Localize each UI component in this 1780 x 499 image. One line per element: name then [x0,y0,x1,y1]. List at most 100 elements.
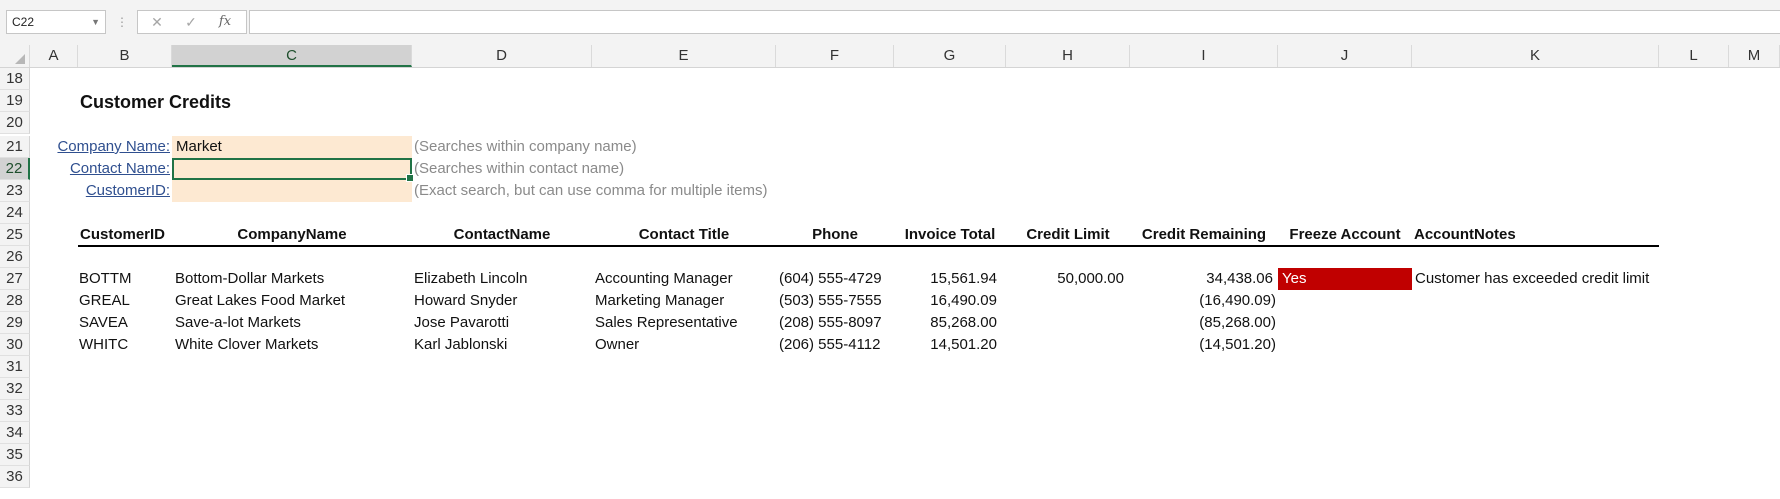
record-invoice-total: 16,490.09 [930,292,997,309]
record-customer-id: GREAL [79,292,130,309]
column-header-m[interactable]: M [1729,45,1780,67]
column-header-c[interactable]: C [172,45,412,67]
row-header-24[interactable]: 24 [0,202,30,224]
row-header-33[interactable]: 33 [0,400,30,422]
record-phone: (604) 555-4729 [779,270,882,287]
record-contact: Elizabeth Lincoln [414,270,528,287]
record-customer-id: WHITC [79,336,129,353]
row-header-29[interactable]: 29 [0,312,30,334]
select-all-button[interactable] [0,45,30,67]
row-header-30[interactable]: 30 [0,334,30,356]
record-title: Marketing Manager [595,292,725,309]
active-cell-selection[interactable] [172,158,414,182]
contact-name-label[interactable]: Contact Name: [30,158,170,180]
record-credit-remaining: (16,490.09) [1199,292,1276,309]
column-header-a[interactable]: A [30,45,78,67]
row-header-20[interactable]: 20 [0,112,30,134]
sheet-title: Customer Credits [80,92,232,112]
formula-input[interactable] [249,10,1780,34]
row-header-27[interactable]: 27 [0,268,30,290]
column-header-d[interactable]: D [412,45,592,67]
record-credit-limit [1006,290,1124,312]
column-header-i[interactable]: I [1130,45,1278,67]
row-header-28[interactable]: 28 [0,290,30,312]
enter-icon[interactable]: ✓ [176,11,206,33]
header-underline [78,245,1659,247]
record-title: Sales Representative [595,314,738,331]
chevron-down-icon[interactable]: ▼ [91,11,100,33]
row-header-35[interactable]: 35 [0,444,30,466]
insert-function-icon[interactable]: fx [210,11,240,33]
header-company-name: CompanyName [237,226,347,243]
company-name-label[interactable]: Company Name: [30,136,170,158]
customer-id-input[interactable] [172,180,412,202]
record-credit-limit: 50,000.00 [1057,270,1124,287]
company-name-hint: (Searches within company name) [414,138,637,155]
record-freeze-account: Yes [1278,268,1412,290]
column-header-j[interactable]: J [1278,45,1412,67]
record-company: Bottom-Dollar Markets [175,270,325,287]
header-invoice-total: Invoice Total [904,226,996,243]
column-header-k[interactable]: K [1412,45,1659,67]
record-invoice-total: 14,501.20 [930,336,997,353]
record-invoice-total: 85,268.00 [930,314,997,331]
header-contact-title: Contact Title [638,226,730,243]
record-customer-id: SAVEA [79,314,128,331]
cancel-icon[interactable]: ✕ [142,11,172,33]
column-header-l[interactable]: L [1659,45,1729,67]
record-credit-remaining: (85,268.00) [1199,314,1276,331]
record-phone: (208) 555-8097 [779,314,882,331]
row-header-18[interactable]: 18 [0,68,30,90]
column-header-f[interactable]: F [776,45,894,67]
contact-name-hint: (Searches within contact name) [414,160,625,177]
header-customer-id: CustomerID [80,226,166,243]
record-contact: Karl Jablonski [414,336,508,353]
record-invoice-total: 15,561.94 [930,270,997,287]
record-company: Great Lakes Food Market [175,292,346,309]
more-options-icon[interactable]: ⋮ [116,14,128,30]
record-credit-limit [1006,312,1124,334]
record-contact: Howard Snyder [414,292,518,309]
name-box[interactable]: C22 ▼ [6,10,106,34]
record-credit-remaining: 34,438.06 [1206,270,1273,287]
record-contact: Jose Pavarotti [414,314,510,331]
record-phone: (206) 555-4112 [779,336,881,353]
header-credit-limit: Credit Limit [1026,226,1110,243]
column-header: A B C D E F G H I J K L M [0,45,1780,68]
formula-buttons: ✕ ✓ fx [137,10,247,34]
record-title: Accounting Manager [595,270,733,287]
record-credit-limit [1006,334,1124,356]
header-contact-name: ContactName [453,226,551,243]
row-header-36[interactable]: 36 [0,466,30,488]
column-header-e[interactable]: E [592,45,776,67]
name-box-value: C22 [12,15,35,29]
row-header-31[interactable]: 31 [0,356,30,378]
record-credit-remaining: (14,501.20) [1199,336,1276,353]
row-header-23[interactable]: 23 [0,180,30,202]
column-header-b[interactable]: B [78,45,172,67]
column-header-g[interactable]: G [894,45,1006,67]
record-company: White Clover Markets [175,336,319,353]
row-header-22[interactable]: 22 [0,158,30,180]
row-header-21[interactable]: 21 [0,136,30,158]
header-phone: Phone [812,226,858,243]
company-name-input[interactable]: Market [172,136,412,158]
record-title: Owner [595,336,640,353]
customer-id-label[interactable]: CustomerID: [30,180,170,202]
record-account-notes: Customer has exceeded credit limit [1415,270,1650,287]
customer-id-hint: (Exact search, but can use comma for mul… [414,182,768,199]
row-header-26[interactable]: 26 [0,246,30,268]
record-customer-id: BOTTM [79,270,132,287]
formula-bar: C22 ▼ ⋮ ✕ ✓ fx [0,0,1780,45]
column-header-h[interactable]: H [1006,45,1130,67]
record-phone: (503) 555-7555 [779,292,882,309]
header-freeze-account: Freeze Account [1289,226,1401,243]
row-header-25[interactable]: 25 [0,224,30,246]
row-header-32[interactable]: 32 [0,378,30,400]
header-credit-remaining: Credit Remaining [1141,226,1267,243]
row-header-19[interactable]: 19 [0,90,30,112]
fill-handle[interactable] [406,174,414,182]
select-all-icon [15,54,25,64]
header-account-notes: AccountNotes [1414,226,1516,243]
row-header-34[interactable]: 34 [0,422,30,444]
